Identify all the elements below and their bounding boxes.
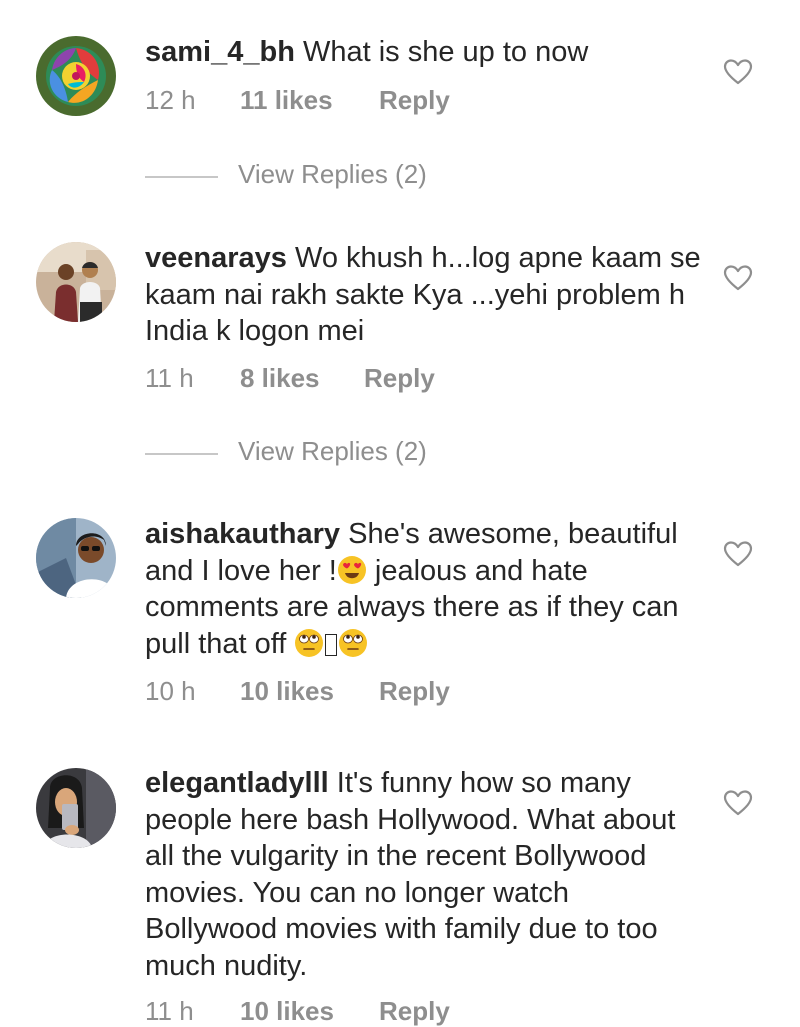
replies-divider — [145, 176, 218, 178]
heart-icon[interactable] — [723, 58, 753, 86]
avatar[interactable] — [36, 768, 116, 848]
unsupported-glyph — [325, 633, 338, 656]
likes-count[interactable]: 11 likes — [240, 85, 333, 116]
couple-photo-avatar — [36, 242, 116, 322]
comment-text: sami_4_bh What is she up to now — [145, 34, 705, 71]
heart-icon[interactable] — [723, 789, 753, 817]
reply-button[interactable]: Reply — [379, 85, 450, 116]
likes-count[interactable]: 10 likes — [240, 676, 334, 707]
heart-icon[interactable] — [723, 540, 753, 568]
face-with-rolling-eyes-icon — [295, 628, 324, 657]
avatar[interactable] — [36, 242, 116, 322]
username-link[interactable]: veenarays — [145, 242, 287, 274]
view-replies-button[interactable]: View Replies (2) — [238, 436, 427, 467]
timestamp: 11 h — [145, 996, 194, 1026]
replies-divider — [145, 453, 218, 455]
reply-button[interactable]: Reply — [364, 363, 435, 394]
avatar[interactable] — [36, 518, 116, 598]
reply-button[interactable]: Reply — [379, 996, 450, 1027]
timestamp: 12 h — [145, 85, 196, 115]
woman-selfie-avatar — [36, 518, 116, 598]
face-with-rolling-eyes-icon — [339, 628, 368, 657]
view-replies[interactable]: View Replies (2) — [145, 159, 545, 195]
username-link[interactable]: elegantladylll — [145, 767, 329, 799]
view-replies[interactable]: View Replies (2) — [145, 436, 545, 472]
comment-body: What is she up to now — [302, 36, 589, 68]
comment-text: veenarays Wo khush h...log apne kaam se … — [145, 240, 705, 350]
timestamp: 10 h — [145, 676, 196, 706]
username-link[interactable]: aishakauthary — [145, 518, 340, 550]
comment-text: elegantladylll It's funny how so many pe… — [145, 765, 705, 984]
comment-text: aishakauthary She's awesome, beautiful a… — [145, 516, 705, 662]
avatar[interactable] — [36, 36, 116, 116]
timestamp: 11 h — [145, 363, 194, 393]
rainbow-rose-icon — [36, 36, 116, 116]
likes-count[interactable]: 8 likes — [240, 363, 320, 394]
likes-count[interactable]: 10 likes — [240, 996, 334, 1027]
heart-icon[interactable] — [723, 264, 753, 292]
username-link[interactable]: sami_4_bh — [145, 36, 295, 68]
comment-body: It's funny how so many people here bash … — [145, 767, 676, 982]
mirror-selfie-avatar — [36, 768, 116, 848]
reply-button[interactable]: Reply — [379, 676, 450, 707]
view-replies-button[interactable]: View Replies (2) — [238, 159, 427, 190]
smiling-face-with-heart-eyes-icon — [337, 555, 366, 584]
